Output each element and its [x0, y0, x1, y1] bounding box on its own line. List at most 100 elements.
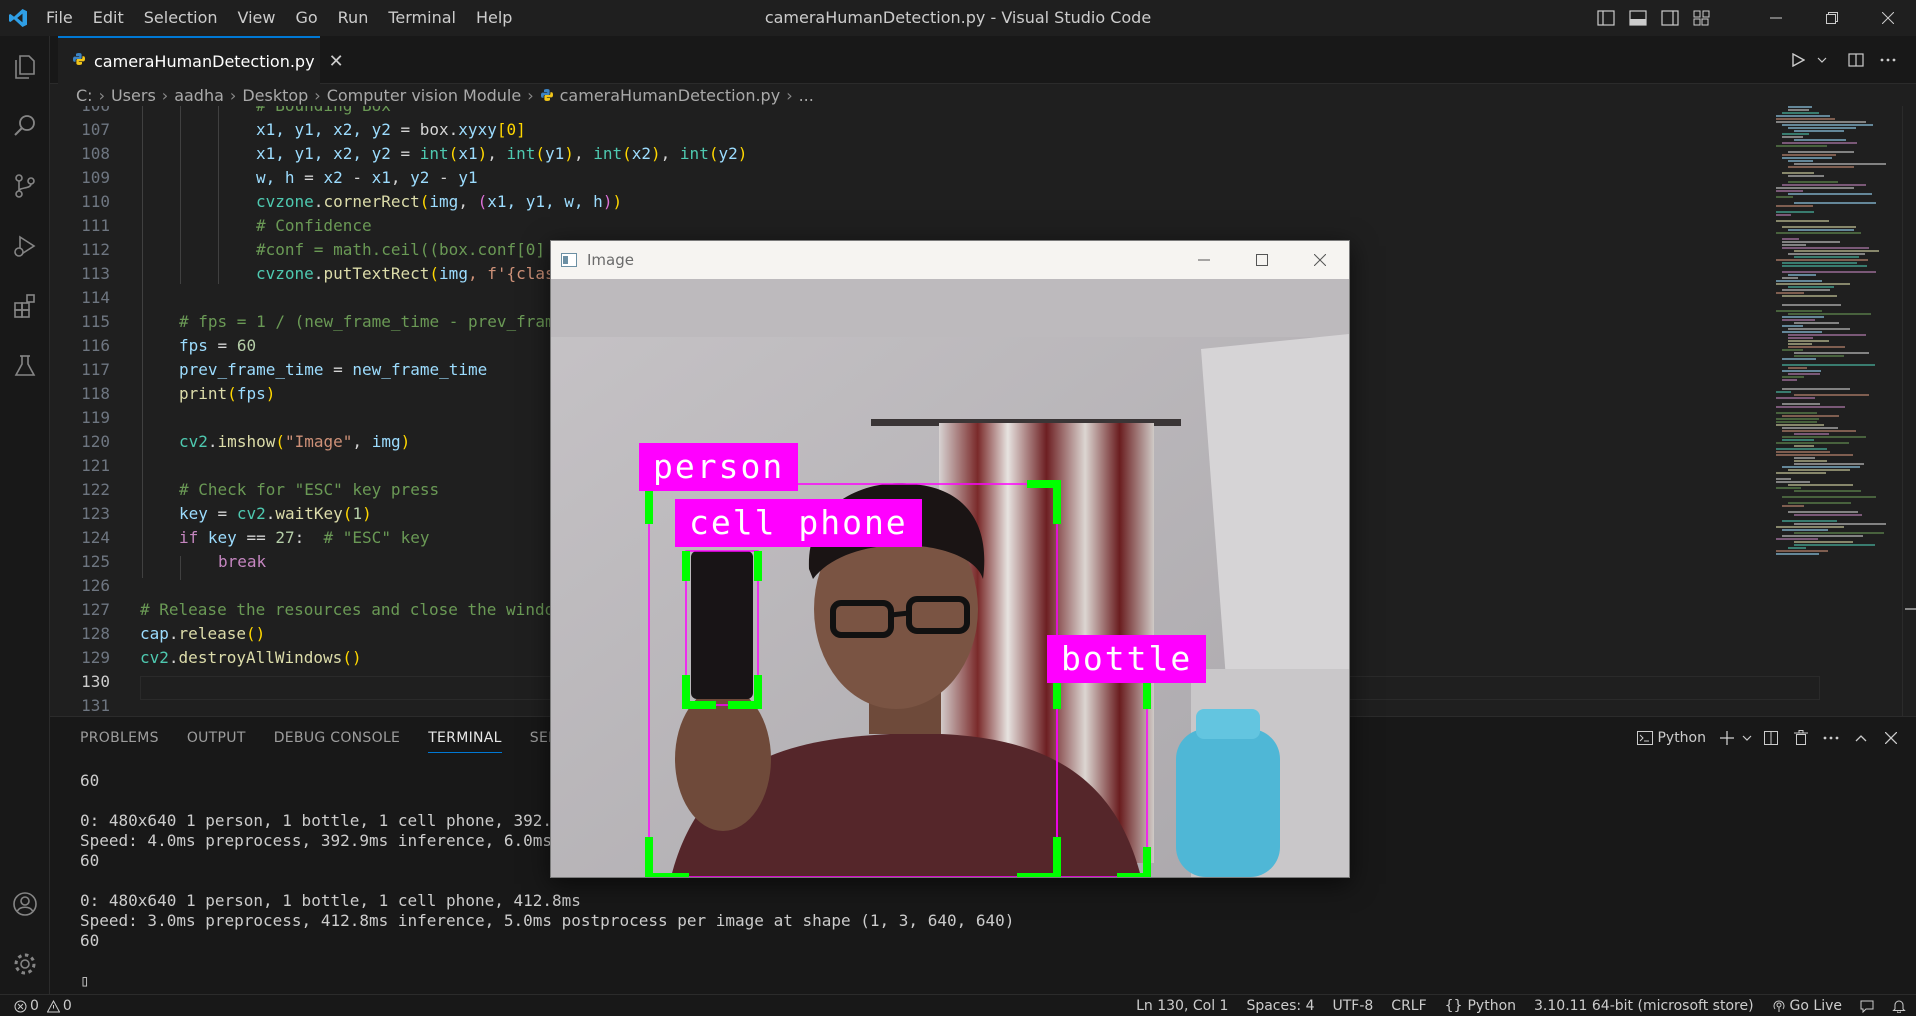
- tab-terminal[interactable]: TERMINAL: [428, 717, 502, 759]
- opencv-image-window[interactable]: Image person cell phone bottle: [550, 240, 1350, 878]
- more-actions-icon[interactable]: [1872, 36, 1904, 84]
- accounts-icon[interactable]: [0, 874, 50, 934]
- testing-icon[interactable]: [0, 336, 50, 396]
- minimap-line: [1788, 484, 1853, 486]
- code-token: =: [390, 144, 420, 163]
- breadcrumb-folder[interactable]: Computer vision Module: [327, 86, 522, 105]
- menu-edit[interactable]: Edit: [83, 0, 134, 36]
- minimap-line: [1776, 292, 1804, 294]
- minimap-line: [1794, 514, 1862, 516]
- line-number: 118: [81, 384, 110, 403]
- menu-run[interactable]: Run: [328, 0, 379, 36]
- breadcrumb-users[interactable]: Users: [111, 86, 156, 105]
- minimap-line: [1794, 202, 1876, 204]
- code-token: waitKey: [275, 504, 343, 523]
- menu-help[interactable]: Help: [466, 0, 522, 36]
- split-editor-icon[interactable]: [1840, 36, 1872, 84]
- minimap-line: [1776, 187, 1854, 189]
- code-token: .: [168, 648, 179, 667]
- opencv-window-titlebar[interactable]: Image: [551, 241, 1349, 279]
- toggle-secondary-sidebar-icon[interactable]: [1654, 0, 1686, 36]
- close-window-icon[interactable]: [1860, 0, 1916, 36]
- tab-output[interactable]: OUTPUT: [187, 717, 246, 759]
- breadcrumb-aadha[interactable]: aadha: [174, 86, 224, 105]
- menu-go[interactable]: Go: [285, 0, 327, 36]
- code-token: cap: [140, 624, 169, 643]
- explorer-icon[interactable]: [0, 36, 50, 96]
- feedback-icon[interactable]: [1860, 999, 1874, 1013]
- tab-problems[interactable]: PROBLEMS: [80, 717, 159, 759]
- restore-icon[interactable]: [1804, 0, 1860, 36]
- code-line: 106 # Bounding Box: [50, 106, 1780, 118]
- minimap[interactable]: [1770, 106, 1900, 716]
- end-of-line[interactable]: CRLF: [1391, 998, 1426, 1014]
- terminal-profile-label[interactable]: Python: [1657, 730, 1706, 746]
- code-token: cv2: [236, 504, 266, 523]
- trash-icon[interactable]: [1786, 717, 1816, 759]
- search-icon[interactable]: [0, 96, 50, 156]
- maximize-icon[interactable]: [1233, 241, 1291, 279]
- close-icon[interactable]: [1291, 241, 1349, 279]
- cursor-position[interactable]: Ln 130, Col 1: [1136, 998, 1228, 1014]
- toggle-panel-icon[interactable]: [1622, 0, 1654, 36]
- encoding[interactable]: UTF-8: [1332, 998, 1373, 1014]
- run-debug-icon[interactable]: [0, 216, 50, 276]
- terminal-profile-icon[interactable]: [1633, 717, 1657, 759]
- minimap-line: [1782, 136, 1803, 138]
- code-token: putTextRect: [323, 264, 430, 283]
- minimap-line: [1788, 334, 1866, 336]
- minimap-line: [1782, 319, 1815, 321]
- breadcrumb: C: › Users › aadha › Desktop › Computer …: [50, 84, 1916, 106]
- problems-status[interactable]: 0 0: [14, 998, 72, 1014]
- minimap-line: [1794, 352, 1869, 354]
- minimap-line: [1776, 472, 1826, 474]
- tab-camerahumandetection[interactable]: cameraHumanDetection.py ✕: [58, 36, 344, 84]
- code-token: , f': [467, 264, 507, 283]
- code-token: ): [400, 432, 411, 451]
- manage-gear-icon[interactable]: [0, 934, 50, 994]
- source-control-icon[interactable]: [0, 156, 50, 216]
- menu-terminal[interactable]: Terminal: [378, 0, 466, 36]
- indentation[interactable]: Spaces: 4: [1246, 998, 1314, 1014]
- minimap-line: [1782, 376, 1804, 378]
- notifications-bell-icon[interactable]: [1892, 999, 1906, 1013]
- menu-file[interactable]: File: [36, 0, 83, 36]
- terminal-cursor[interactable]: ▯: [80, 971, 90, 991]
- go-live-button[interactable]: Go Live: [1772, 998, 1842, 1014]
- language-mode[interactable]: {} Python: [1445, 998, 1516, 1014]
- code-token: (: [419, 192, 430, 211]
- new-terminal-plus-icon[interactable]: [1716, 717, 1738, 759]
- minimize-icon[interactable]: [1175, 241, 1233, 279]
- editor-scrollbar[interactable]: [1902, 106, 1916, 716]
- breadcrumb-drive[interactable]: C:: [76, 86, 93, 105]
- run-python-file-icon[interactable]: [1782, 36, 1814, 84]
- menu-view[interactable]: View: [228, 0, 286, 36]
- minimap-line: [1794, 394, 1869, 396]
- run-dropdown-chevron-icon[interactable]: [1814, 36, 1830, 84]
- breadcrumb-symbol[interactable]: ...: [799, 86, 814, 105]
- code-token: cv2: [179, 432, 208, 451]
- minimize-icon[interactable]: [1748, 0, 1804, 36]
- code-token: y1: [458, 168, 478, 187]
- breadcrumb-file[interactable]: cameraHumanDetection.py: [560, 86, 781, 105]
- maximize-panel-chevron-up-icon[interactable]: [1846, 717, 1876, 759]
- chevron-down-icon[interactable]: [1738, 717, 1756, 759]
- more-actions-icon[interactable]: [1816, 717, 1846, 759]
- minimap-line: [1782, 415, 1839, 417]
- tab-close-icon[interactable]: ✕: [329, 51, 344, 72]
- customize-layout-icon[interactable]: [1686, 0, 1718, 36]
- code-token: ,: [458, 192, 478, 211]
- menu-selection[interactable]: Selection: [134, 0, 228, 36]
- toggle-primary-sidebar-icon[interactable]: [1590, 0, 1622, 36]
- minimap-line: [1794, 433, 1829, 435]
- minimap-line: [1776, 121, 1866, 123]
- extensions-icon[interactable]: [0, 276, 50, 336]
- minimap-line: [1788, 109, 1809, 111]
- close-panel-icon[interactable]: [1876, 717, 1906, 759]
- tab-debug-console[interactable]: DEBUG CONSOLE: [274, 717, 401, 759]
- breadcrumb-desktop[interactable]: Desktop: [242, 86, 308, 105]
- split-terminal-icon[interactable]: [1756, 717, 1786, 759]
- python-interpreter[interactable]: 3.10.11 64-bit (microsoft store): [1534, 998, 1754, 1014]
- minimap-line: [1782, 436, 1866, 438]
- minimap-line: [1782, 466, 1860, 468]
